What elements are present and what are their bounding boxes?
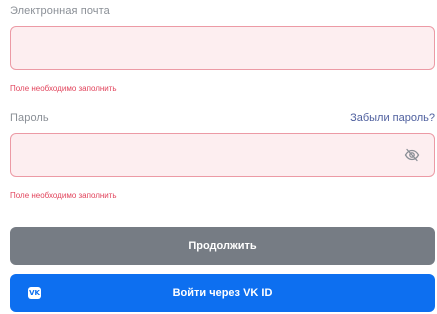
continue-button-label: Продолжить bbox=[188, 240, 257, 252]
vk-id-login-button[interactable]: VK Войти через VK ID bbox=[10, 274, 435, 312]
email-error-message: Поле необходимо заполнить bbox=[10, 84, 117, 93]
eye-off-icon[interactable] bbox=[404, 147, 420, 163]
email-field[interactable] bbox=[11, 27, 434, 69]
vk-id-login-label: Войти через VK ID bbox=[172, 287, 273, 299]
vk-logo-icon: VK bbox=[28, 287, 41, 299]
password-field[interactable] bbox=[11, 134, 434, 176]
password-error-message: Поле необходимо заполнить bbox=[10, 191, 117, 200]
login-form: Электронная почта Поле необходимо заполн… bbox=[0, 0, 437, 314]
password-field-container bbox=[10, 133, 435, 177]
password-label: Пароль bbox=[10, 112, 49, 124]
email-label: Электронная почта bbox=[10, 5, 110, 17]
forgot-password-link[interactable]: Забыли пароль? bbox=[350, 112, 435, 124]
email-field-container bbox=[10, 26, 435, 70]
continue-button[interactable]: Продолжить bbox=[10, 227, 435, 265]
